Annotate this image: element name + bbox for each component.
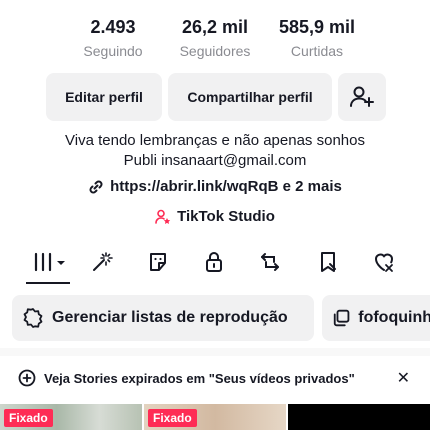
playlist-chips: Gerenciar listas de reprodução fofoquinh (12, 295, 430, 341)
repost-icon (261, 253, 279, 271)
add-person-icon (350, 86, 374, 107)
tiktok-studio-label: TikTok Studio (177, 208, 275, 225)
stories-notice[interactable]: Veja Stories expirados em "Seus vídeos p… (18, 366, 418, 390)
bio-link[interactable]: https://abrir.link/wqRqB e 2 mais (0, 178, 430, 195)
followers-count: 26,2 mil (181, 17, 249, 37)
playlist-chip[interactable]: fofoquinh (322, 295, 430, 341)
manage-playlists-label: Gerenciar listas de reprodução (52, 309, 288, 326)
following-count: 2.493 (90, 17, 136, 37)
manage-playlists-button[interactable]: Gerenciar listas de reprodução (12, 295, 314, 341)
grid-icon (34, 252, 65, 272)
tab-stickers[interactable] (144, 246, 172, 278)
edit-profile-button[interactable]: Editar perfil (46, 73, 162, 121)
playlist-icon (333, 309, 350, 327)
tab-effects[interactable] (88, 246, 116, 278)
tab-reposts[interactable] (256, 246, 284, 278)
gear-icon (23, 308, 43, 328)
tab-liked[interactable] (370, 246, 398, 278)
sticker-icon (150, 253, 166, 271)
video-grid: Fixado Fixado (0, 404, 430, 430)
likes-count: 585,9 mil (278, 17, 356, 37)
bookmark-icon (321, 252, 336, 272)
lock-icon (206, 252, 222, 272)
person-star-icon (155, 209, 171, 224)
followers-label: Seguidores (179, 43, 251, 59)
video-thumbnail[interactable]: Fixado (144, 404, 286, 430)
stat-following[interactable]: 2.493 Seguindo (63, 16, 163, 59)
section-divider (0, 348, 430, 356)
stories-notice-text: Veja Stories expirados em "Seus vídeos p… (44, 370, 355, 386)
bio-line-2: Publi insanaart@gmail.com (123, 152, 307, 169)
video-thumbnail[interactable] (288, 404, 430, 430)
link-icon (89, 179, 103, 194)
profile-stats: 2.493 Seguindo 26,2 mil Seguidores 585,9… (0, 16, 430, 59)
profile-tabs (0, 246, 430, 284)
following-label: Seguindo (83, 43, 143, 59)
tab-favorites[interactable] (314, 246, 342, 278)
profile-bio: Viva tendo lembranças e não apenas sonho… (0, 131, 430, 171)
stat-followers[interactable]: 26,2 mil Seguidores (163, 16, 267, 59)
tiktok-studio-link[interactable]: TikTok Studio (0, 208, 430, 225)
active-tab-indicator (26, 282, 70, 284)
tab-private[interactable] (200, 246, 228, 278)
add-circle-icon (18, 369, 36, 387)
bio-line-1: Viva tendo lembranças e não apenas sonho… (65, 132, 365, 149)
video-thumbnail[interactable]: Fixado (0, 404, 142, 430)
pinned-badge: Fixado (148, 409, 197, 427)
tab-videos[interactable] (30, 246, 68, 278)
stat-likes[interactable]: 585,9 mil Curtidas (267, 16, 367, 59)
likes-label: Curtidas (290, 43, 344, 59)
heart-icon (374, 253, 394, 272)
pinned-badge: Fixado (4, 409, 53, 427)
playlist-chip-label: fofoquinh (358, 309, 430, 326)
bio-link-text: https://abrir.link/wqRqB e 2 mais (110, 178, 342, 195)
add-friend-button[interactable] (338, 73, 386, 121)
share-profile-button[interactable]: Compartilhar perfil (168, 73, 332, 121)
magic-wand-icon (93, 252, 113, 271)
profile-actions: Editar perfil Compartilhar perfil (46, 73, 386, 121)
close-icon[interactable]: ✕ (397, 368, 410, 388)
